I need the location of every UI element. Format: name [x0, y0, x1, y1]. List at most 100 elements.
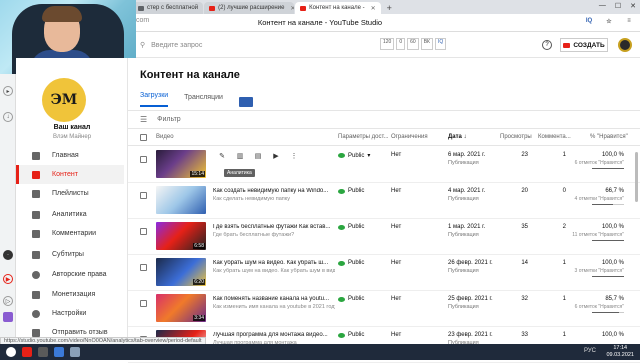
play-icon[interactable]: ▷ — [3, 296, 13, 306]
app-icon[interactable] — [54, 347, 64, 357]
start-icon[interactable] — [6, 347, 16, 357]
col-views[interactable]: Просмотры — [500, 134, 532, 140]
likes-value: 85,7 % — [605, 296, 624, 302]
row-checkbox[interactable] — [140, 192, 147, 199]
close-window-button[interactable]: ✕ — [630, 2, 636, 10]
filter-bar[interactable]: ☰ Фильтр — [128, 110, 640, 129]
video-thumbnail[interactable] — [156, 186, 206, 214]
video-title[interactable]: Как убрать шум на видео. Как убрать ш... — [213, 260, 335, 266]
select-all-checkbox[interactable] — [140, 134, 147, 141]
extension-icons: IQ ☆ ≡ — [584, 16, 634, 26]
search-input[interactable]: Введите запрос — [151, 42, 202, 49]
main-scrollbar[interactable] — [635, 152, 638, 202]
visibility-control[interactable]: Public ▾ — [338, 152, 370, 159]
restrictions-value: Нет — [391, 224, 402, 230]
language-indicator[interactable]: РУС — [584, 348, 596, 354]
downloads-icon[interactable]: ↓ — [3, 112, 13, 122]
sidebar-item-comments[interactable]: Комментарии — [16, 224, 124, 243]
history-icon[interactable]: ▸ — [3, 86, 13, 96]
row-checkbox[interactable] — [140, 156, 147, 163]
channel-stats-widget[interactable]: 120 0 60 ВК IQ — [380, 38, 447, 50]
row-checkbox[interactable] — [140, 228, 147, 235]
restrictions-value: Нет — [391, 296, 402, 302]
visibility-control[interactable]: Public — [338, 188, 364, 194]
assistant-icon[interactable] — [3, 312, 13, 322]
comments-icon[interactable]: ▤ — [254, 152, 262, 160]
analytics-icon[interactable]: ▥ — [236, 152, 244, 160]
date-value: 4 мар. 2021 г. — [448, 188, 486, 194]
filter-input[interactable]: Фильтр — [157, 116, 181, 123]
table-row[interactable]: 6:20 Как убрать шум на видео. Как убрать … — [128, 256, 640, 291]
vk-stat: ВК — [420, 38, 433, 50]
app-icon[interactable]: · — [3, 250, 13, 260]
video-title[interactable]: Лучшая программа для монтажа видео... — [213, 332, 335, 338]
table-row[interactable]: Как создать невидимую папку на Windo... К… — [128, 184, 640, 219]
yandex-icon[interactable] — [22, 347, 32, 357]
channel-logo[interactable]: ЭМ — [42, 78, 86, 122]
settings-icon[interactable] — [70, 347, 80, 357]
more-options-icon[interactable]: ⋮ — [290, 152, 298, 160]
restrictions-value: Нет — [391, 152, 402, 158]
video-thumbnail[interactable]: 6:58 — [156, 222, 206, 250]
tab-uploads[interactable]: Загрузки — [140, 92, 169, 107]
help-icon[interactable]: ? — [542, 40, 552, 50]
table-row[interactable]: 6:58 Где взять бесплатные футажи Как вста… — [128, 220, 640, 255]
visibility-control[interactable]: Public — [338, 332, 364, 338]
sidebar-item-monetization[interactable]: Монетизация — [16, 285, 124, 304]
close-icon[interactable]: ✕ — [371, 5, 376, 12]
content-main: Контент на канале Загрузки Трансляции ☰ … — [128, 58, 640, 363]
table-row[interactable]: 3:34 Как поменять название канала на yout… — [128, 292, 640, 327]
bookmark-icon[interactable]: ☆ — [604, 16, 614, 26]
search-box[interactable]: ⚲ Введите запрос — [136, 38, 316, 52]
maximize-button[interactable]: ☐ — [615, 2, 621, 10]
extension-tab-icon[interactable] — [238, 97, 253, 107]
col-date[interactable]: Дата ↓ — [448, 134, 467, 140]
sidebar-item-playlists[interactable]: Плейлисты — [16, 184, 124, 203]
sidebar-item-copyright[interactable]: Авторские права — [16, 265, 124, 284]
clock[interactable]: 17:14 09.03.2021 — [606, 345, 634, 359]
copyright-icon — [32, 270, 40, 279]
visibility-control[interactable]: Public — [338, 224, 364, 230]
row-checkbox[interactable] — [140, 300, 147, 307]
col-comments[interactable]: Коммента... — [538, 134, 571, 140]
minimize-button[interactable]: — — [599, 2, 606, 10]
close-icon[interactable]: ✕ — [290, 5, 294, 12]
app-icon[interactable] — [38, 347, 48, 357]
subtitles-icon — [32, 250, 40, 259]
sidebar-item-dashboard[interactable]: Главная — [16, 146, 124, 165]
sidebar-item-subtitles[interactable]: Субтитры — [16, 245, 124, 264]
col-restrictions[interactable]: Ограничения — [391, 134, 428, 140]
edit-icon[interactable]: ✎ — [218, 152, 226, 160]
likes-count: 3 отметки "Нравится" — [574, 268, 624, 274]
video-title[interactable]: Где взять бесплатные футажи Как встав... — [213, 224, 335, 230]
video-thumbnail[interactable]: 15:14 — [156, 150, 206, 178]
visibility-control[interactable]: Public — [338, 296, 364, 302]
video-title[interactable]: Как создать невидимую папку на Windo... — [213, 188, 335, 194]
browser-tab[interactable]: стер с бесплатной — [133, 2, 204, 14]
browser-tab[interactable]: (2) лучшие расширение ✕ — [204, 2, 295, 14]
youtube-view-icon[interactable]: ▶ — [272, 152, 280, 160]
sidebar-item-analytics[interactable]: Аналитика — [16, 205, 124, 224]
tab-live[interactable]: Трансляции — [184, 94, 223, 107]
table-row[interactable]: 15:14 ✎ ▥ ▤ ▶ ⋮ Аналитика Public ▾ Нет 6 мар. 2021… — [128, 148, 640, 183]
sidebar-item-content[interactable]: Контент — [16, 165, 124, 184]
browser-tab-active[interactable]: Контент на канале - ✕ — [295, 2, 381, 14]
video-thumbnail[interactable]: 3:34 — [156, 294, 206, 322]
likes-bar — [592, 204, 624, 205]
menu-icon[interactable]: ≡ — [624, 16, 634, 26]
views-value: 35 — [521, 224, 528, 230]
col-likes[interactable]: % "Нравится" — [590, 134, 628, 140]
new-tab-button[interactable]: + — [382, 2, 397, 14]
video-thumbnail[interactable]: 6:20 — [156, 258, 206, 286]
account-avatar[interactable] — [618, 38, 632, 52]
iq-extension-icon[interactable]: IQ — [584, 16, 594, 26]
youtube-icon[interactable]: ▶ — [3, 274, 13, 284]
create-label: СОЗДАТЬ — [573, 41, 605, 49]
create-button[interactable]: СОЗДАТЬ — [560, 38, 608, 52]
video-title[interactable]: Как поменять название канала на youtu... — [213, 296, 335, 302]
visibility-control[interactable]: Public — [338, 260, 364, 266]
col-access[interactable]: Параметры дост... — [338, 134, 389, 140]
row-checkbox[interactable] — [140, 264, 147, 271]
sidebar-item-settings[interactable]: Настройки — [16, 304, 124, 323]
likes-count: 4 отметки "Нравится" — [574, 196, 624, 202]
